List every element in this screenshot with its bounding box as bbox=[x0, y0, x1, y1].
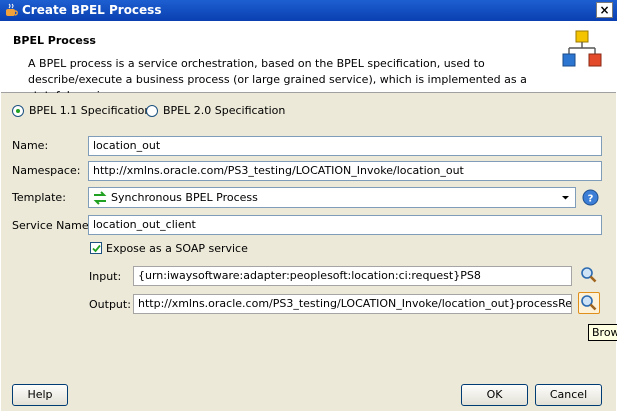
browse-tooltip: Brow bbox=[588, 324, 617, 341]
java-cup-icon bbox=[6, 3, 18, 16]
close-icon: × bbox=[599, 3, 610, 17]
service-name-field[interactable]: location_out_client bbox=[88, 215, 602, 235]
checkmark-icon bbox=[92, 244, 101, 253]
title-bar: Create BPEL Process × bbox=[0, 0, 617, 21]
output-label: Output: bbox=[89, 298, 131, 311]
magnifier-icon bbox=[581, 295, 597, 311]
header-title: BPEL Process bbox=[13, 34, 96, 47]
help-button[interactable]: Help bbox=[12, 384, 68, 406]
output-browse-button[interactable] bbox=[578, 292, 600, 314]
help-icon[interactable]: ? bbox=[582, 189, 599, 206]
cancel-button[interactable]: Cancel bbox=[535, 384, 602, 406]
bpel-1-1-radio[interactable] bbox=[12, 105, 24, 117]
template-label: Template: bbox=[12, 191, 66, 204]
expose-soap-checkbox[interactable] bbox=[90, 242, 102, 254]
template-select[interactable]: Synchronous BPEL Process bbox=[88, 187, 576, 208]
chevron-down-icon[interactable] bbox=[558, 190, 573, 205]
namespace-label: Namespace: bbox=[12, 164, 81, 177]
close-button[interactable]: × bbox=[596, 2, 613, 18]
input-field[interactable]: {urn:iwaysoftware:adapter:peoplesoft:loc… bbox=[133, 266, 572, 286]
radio-selected-dot bbox=[16, 109, 20, 113]
output-field[interactable]: http://xmlns.oracle.com/PS3_testing/LOCA… bbox=[133, 294, 572, 314]
bpel-2-0-radio[interactable] bbox=[146, 105, 158, 117]
ok-button[interactable]: OK bbox=[461, 384, 528, 406]
input-browse-magnifier-icon[interactable] bbox=[580, 266, 598, 284]
bpel-2-0-label: BPEL 2.0 Specification bbox=[163, 104, 286, 117]
bpel-1-1-label: BPEL 1.1 Specification bbox=[29, 104, 152, 117]
namespace-field[interactable]: http://xmlns.oracle.com/PS3_testing/LOCA… bbox=[88, 161, 602, 181]
bpel-process-logo bbox=[562, 30, 602, 67]
header-panel: BPEL Process A BPEL process is a service… bbox=[1, 21, 616, 102]
input-label: Input: bbox=[89, 270, 122, 283]
name-label: Name: bbox=[12, 139, 49, 152]
service-name-label: Service Name: bbox=[12, 219, 93, 232]
svg-text:?: ? bbox=[588, 194, 594, 205]
expose-soap-label: Expose as a SOAP service bbox=[106, 242, 248, 255]
template-select-value: Synchronous BPEL Process bbox=[111, 191, 258, 204]
window-title: Create BPEL Process bbox=[22, 3, 162, 17]
green-arrows-icon bbox=[93, 191, 107, 205]
name-field[interactable]: location_out bbox=[88, 136, 602, 156]
